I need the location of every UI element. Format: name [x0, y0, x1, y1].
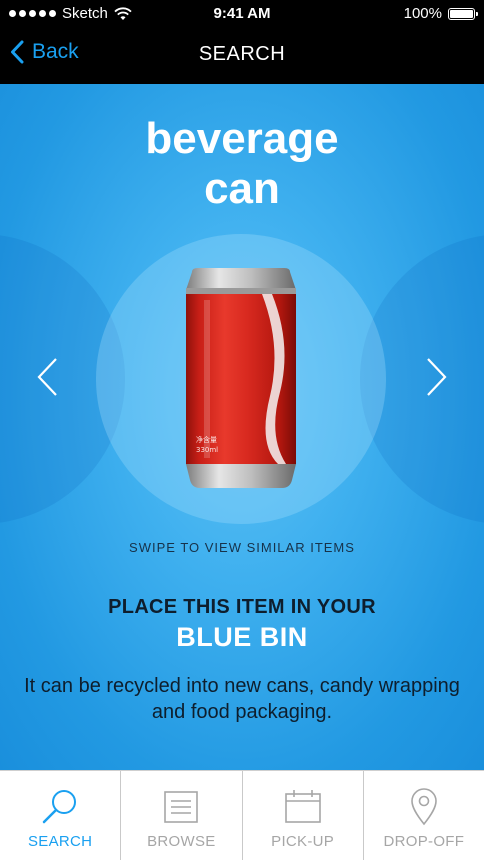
page-title: SEARCH — [198, 43, 286, 65]
tab-dropoff[interactable]: DROP-OFF — [364, 771, 484, 860]
next-arrow-icon[interactable] — [422, 356, 450, 398]
tab-search[interactable]: SEARCH — [0, 771, 122, 860]
status-bar: Sketch 9:41 AM 100% — [0, 0, 484, 28]
item-title-line2: can — [204, 164, 280, 213]
swipe-hint: SWIPE TO VIEW SIMILAR ITEMS — [129, 540, 355, 555]
tab-search-label: SEARCH — [27, 833, 93, 850]
status-right: 100% — [403, 5, 478, 22]
battery-icon — [448, 7, 478, 20]
list-icon — [164, 791, 199, 823]
svg-text:330ml: 330ml — [196, 446, 218, 454]
tab-dropoff-label: DROP-OFF — [383, 833, 465, 850]
previous-arrow-icon[interactable] — [34, 356, 62, 398]
search-icon — [42, 790, 77, 824]
tab-bar: SEARCH BROWSE PICK-UP DROP-OFF — [0, 770, 484, 860]
tab-pickup[interactable]: PICK-UP — [243, 771, 364, 860]
location-pin-icon — [411, 788, 437, 826]
top-bar: Sketch 9:41 AM 100% Back SEARCH — [0, 0, 484, 84]
calendar-icon — [284, 790, 321, 823]
item-detail: beverage can 净含量 330ml SWIPE TO VIEW SIM… — [0, 84, 484, 770]
bin-name: BLUE BIN — [176, 622, 308, 652]
tab-pickup-label: PICK-UP — [271, 833, 335, 850]
navigation-bar: Back SEARCH — [0, 28, 484, 84]
recycling-description: It can be recycled into new cans, candy … — [24, 675, 460, 723]
soda-can-image: 净含量 330ml — [186, 268, 296, 488]
svg-text:净含量: 净含量 — [196, 435, 217, 444]
battery-percent: 100% — [403, 5, 442, 22]
tab-browse[interactable]: BROWSE — [121, 771, 243, 860]
item-title-line1: beverage — [145, 114, 339, 163]
item-title: beverage can — [0, 114, 484, 214]
tab-browse-label: BROWSE — [147, 833, 216, 850]
disposal-instruction: PLACE THIS ITEM IN YOUR — [108, 596, 376, 618]
